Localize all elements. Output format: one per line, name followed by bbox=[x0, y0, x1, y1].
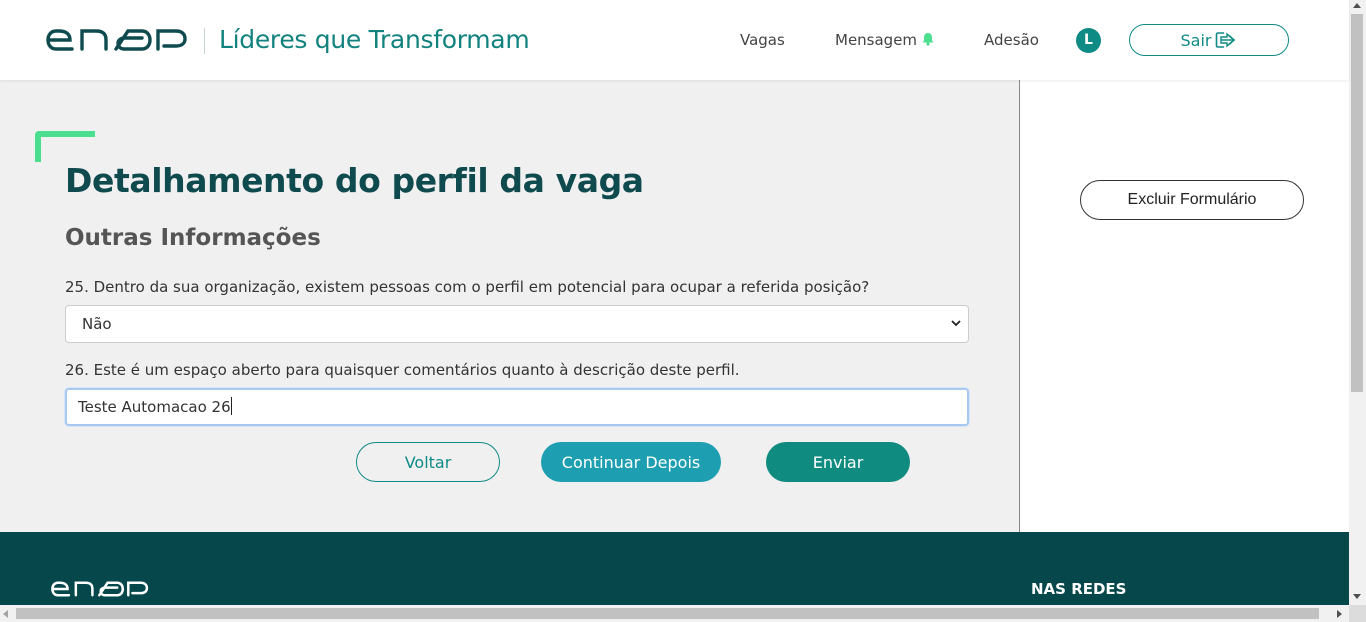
scrollbar-corner bbox=[1349, 605, 1366, 622]
vertical-scrollbar[interactable] bbox=[1349, 0, 1366, 605]
text-caret bbox=[230, 397, 232, 415]
scroll-down-arrow-icon[interactable] bbox=[1353, 594, 1361, 599]
vertical-scroll-thumb[interactable] bbox=[1351, 14, 1363, 392]
nav-mensagem[interactable]: Mensagem bbox=[835, 31, 935, 49]
logout-label: Sair bbox=[1180, 30, 1212, 50]
question-25-select[interactable]: Não bbox=[65, 305, 969, 343]
chevron-down-icon bbox=[951, 320, 961, 327]
delete-form-button[interactable]: Excluir Formulário bbox=[1080, 180, 1304, 220]
logout-icon bbox=[1216, 32, 1236, 48]
scroll-up-arrow-icon[interactable] bbox=[1353, 3, 1361, 8]
question-26-comment-input[interactable]: Teste Automacao 26 bbox=[65, 388, 969, 426]
horizontal-scroll-thumb[interactable] bbox=[16, 608, 1319, 619]
scroll-left-arrow-icon[interactable] bbox=[3, 610, 8, 618]
user-avatar[interactable]: L bbox=[1076, 28, 1101, 53]
logout-button[interactable]: Sair bbox=[1129, 24, 1289, 56]
question-26-value: Teste Automacao 26 bbox=[78, 398, 231, 416]
bell-icon bbox=[922, 33, 934, 46]
footer-social-heading: NAS REDES bbox=[1031, 580, 1127, 598]
form-main-panel: Detalhamento do perfil da vaga Outras In… bbox=[0, 80, 1019, 532]
title-corner-accent bbox=[35, 131, 95, 162]
page-title: Detalhamento do perfil da vaga bbox=[65, 161, 644, 200]
submit-button[interactable]: Enviar bbox=[766, 442, 910, 482]
question-25-selected: Não bbox=[82, 315, 112, 333]
nav-mensagem-label: Mensagem bbox=[835, 31, 918, 49]
footer-enap-logo[interactable] bbox=[51, 581, 149, 597]
app-title: Líderes que Transformam bbox=[219, 25, 530, 54]
horizontal-scrollbar[interactable] bbox=[0, 605, 1349, 622]
sidebar-panel bbox=[1019, 80, 1349, 532]
question-25-label: 25. Dentro da sua organização, existem p… bbox=[65, 278, 870, 296]
question-26-label: 26. Este é um espaço aberto para quaisqu… bbox=[65, 361, 740, 379]
continue-later-button[interactable]: Continuar Depois bbox=[541, 442, 721, 482]
top-header: Líderes que Transformam Vagas Mensagem A… bbox=[0, 0, 1349, 80]
nav-vagas[interactable]: Vagas bbox=[740, 31, 785, 49]
section-title: Outras Informações bbox=[65, 225, 321, 251]
enap-logo[interactable] bbox=[46, 29, 188, 51]
nav-adesao[interactable]: Adesão bbox=[984, 31, 1039, 49]
back-button[interactable]: Voltar bbox=[356, 442, 500, 482]
scroll-right-arrow-icon[interactable] bbox=[1337, 610, 1342, 618]
logo-divider bbox=[204, 28, 205, 54]
